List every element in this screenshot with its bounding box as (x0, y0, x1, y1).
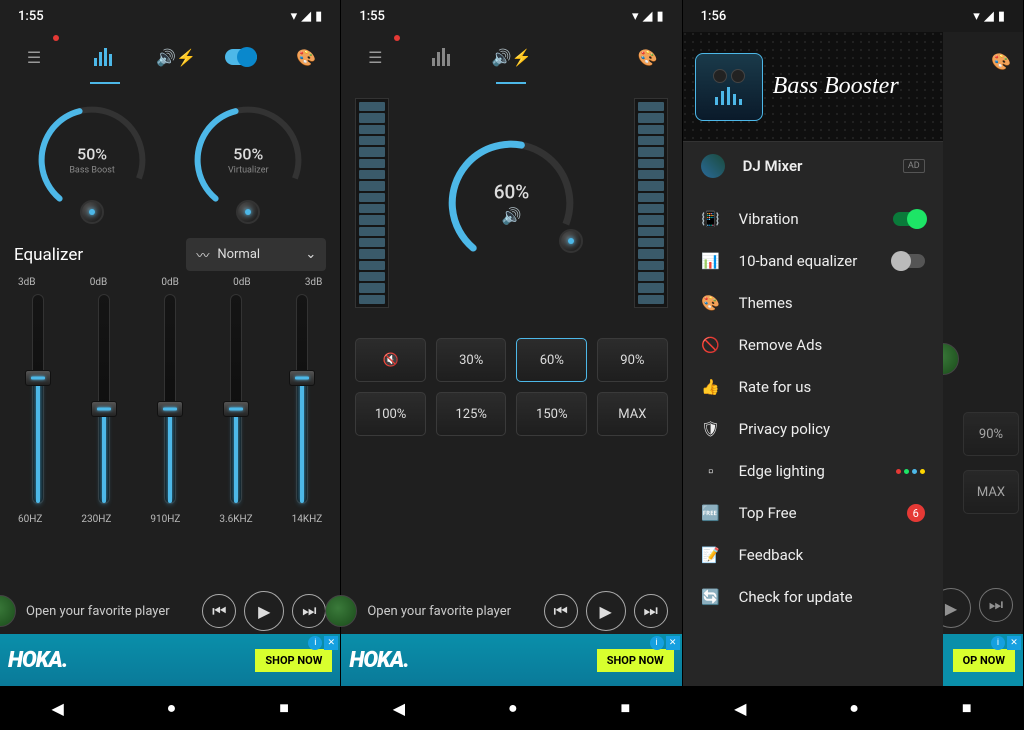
recent-icon[interactable]: ■ (279, 698, 289, 718)
clock: 1:55 (359, 9, 385, 24)
theme-icon[interactable]: 🎨 (284, 35, 328, 79)
hz-labels: 60HZ230HZ910HZ3.6KHZ14KHZ (14, 514, 326, 525)
vol-btn-125%[interactable]: 125% (436, 392, 507, 436)
player-bar: Open your favorite player ⏮ ▶ ⏭ (341, 588, 681, 634)
drawer-item[interactable]: 👍Rate for us (683, 366, 943, 408)
vol-btn-100%[interactable]: 100% (355, 392, 426, 436)
vu-meter-left (355, 98, 389, 308)
drawer-item[interactable]: 📳Vibration (683, 198, 943, 240)
clock: 1:56 (701, 9, 727, 24)
eq-content: 50%Bass Boost 50%Virtualizer Equalizer 〰… (0, 82, 340, 588)
dj-mixer-icon (701, 154, 725, 178)
player-bar: Open your favorite player ⏮ ▶ ⏭ (0, 588, 340, 634)
next-button[interactable]: ⏭ (292, 594, 326, 628)
drawer-scrim[interactable]: 🎨 90%MAX ▶ ⏭ OP NOW i ✕ (943, 32, 1023, 686)
theme-icon[interactable]: 🎨 (626, 35, 670, 79)
tab-volume[interactable]: 🔊⚡ (154, 35, 198, 79)
drawer-item[interactable]: 🛡Privacy policy (683, 408, 943, 450)
vol-btn-30%[interactable]: 30% (436, 338, 507, 382)
navbar: ◀ ● ■ (0, 686, 340, 730)
chevron-down-icon: ⌄ (305, 247, 316, 262)
home-icon[interactable]: ● (167, 698, 177, 718)
status-icons: ▾ ◢ ▮ (291, 9, 323, 24)
tab-bar: ☰ 🔊⚡ 🎨 (341, 32, 681, 82)
tab-equalizer[interactable] (83, 35, 127, 79)
virtualizer-dial[interactable]: 50%Virtualizer (188, 100, 308, 220)
ad-banner[interactable]: HOKA. SHOP NOW i ✕ (0, 634, 340, 686)
signal-icon: ◢ (301, 9, 311, 24)
drawer-item[interactable]: 🔄Check for update (683, 576, 943, 618)
drawer-item[interactable]: 🆓Top Free6 (683, 492, 943, 534)
fab-button[interactable] (325, 595, 357, 627)
tab-bar: ☰ 🔊⚡ 🎨 (0, 32, 340, 82)
wave-icon: 〰 (196, 245, 209, 264)
drawer-item[interactable]: 📝Feedback (683, 534, 943, 576)
drawer-header: Bass Booster (683, 32, 943, 142)
ad-banner[interactable]: HOKA. SHOP NOW i ✕ (341, 634, 681, 686)
vol-btn-60%[interactable]: 60% (516, 338, 587, 382)
prev-button[interactable]: ⏮ (544, 594, 578, 628)
wifi-icon: ▾ (291, 9, 298, 24)
back-icon[interactable]: ◀ (51, 699, 63, 718)
vol-btn-MAX[interactable]: MAX (597, 392, 668, 436)
play-button[interactable]: ▶ (244, 591, 284, 631)
fab-button[interactable] (0, 595, 16, 627)
drawer-item[interactable]: ▫Edge lighting (683, 450, 943, 492)
nav-drawer: Bass Booster DJ Mixer AD 📳Vibration📊10-b… (683, 32, 943, 686)
menu-icon[interactable]: ☰ (12, 35, 56, 79)
screen-drawer: 1:56 ▾◢▮ Bass Booster DJ Mixer AD 📳Vibra… (683, 0, 1024, 730)
screen-equalizer: 1:55 ▾ ◢ ▮ ☰ 🔊⚡ 🎨 50%Bass Boost 50%Virtu… (0, 0, 341, 730)
next-button[interactable]: ⏭ (979, 588, 1013, 622)
vu-meter-right (634, 98, 668, 308)
screen-volume: 1:55 ▾◢▮ ☰ 🔊⚡ 🎨 60%🔊 🔇 30%60%90% 100%125%… (341, 0, 682, 730)
eq-slider-3[interactable] (216, 294, 256, 504)
app-title: Bass Booster (773, 73, 899, 100)
status-bar: 1:56 ▾◢▮ (683, 0, 1023, 32)
tab-equalizer[interactable] (421, 35, 465, 79)
eq-slider-0[interactable] (18, 294, 58, 504)
play-button[interactable]: ▶ (586, 591, 626, 631)
toggle[interactable] (893, 254, 925, 268)
vol-btn-150%[interactable]: 150% (516, 392, 587, 436)
next-button[interactable]: ⏭ (634, 594, 668, 628)
volume-dial[interactable]: 60%🔊 (441, 133, 581, 273)
app-icon (695, 53, 763, 121)
battery-icon: ▮ (315, 9, 322, 24)
menu-icon[interactable]: ☰ (353, 35, 397, 79)
status-bar: 1:55 ▾◢▮ (341, 0, 681, 32)
eq-slider-2[interactable] (150, 294, 190, 504)
prev-button[interactable]: ⏮ (202, 594, 236, 628)
eq-slider-1[interactable] (84, 294, 124, 504)
drawer-featured[interactable]: DJ Mixer AD (683, 142, 943, 190)
tab-volume[interactable]: 🔊⚡ (489, 35, 533, 79)
equalizer-title: Equalizer (14, 245, 83, 265)
toggle[interactable] (893, 212, 925, 226)
drawer-list: 📳Vibration📊10-band equalizer🎨Themes🚫Remo… (683, 190, 943, 686)
eq-sliders (14, 294, 326, 504)
volume-presets: 🔇 30%60%90% 100%125%150%MAX (355, 338, 667, 436)
mute-button[interactable]: 🔇 (355, 338, 426, 382)
drawer-item[interactable]: 🎨Themes (683, 282, 943, 324)
vol-content: 60%🔊 🔇 30%60%90% 100%125%150%MAX (341, 82, 681, 588)
drawer-item[interactable]: 📊10-band equalizer (683, 240, 943, 282)
eq-slider-4[interactable] (282, 294, 322, 504)
theme-icon[interactable]: 🎨 (991, 52, 1011, 71)
speaker-icon: 🔊 (494, 207, 530, 226)
clock: 1:55 (18, 9, 44, 24)
db-labels: 3dB0dB0dB0dB3dB (14, 277, 326, 288)
vol-btn-90%[interactable]: 90% (597, 338, 668, 382)
ad-close-icon[interactable]: ✕ (324, 636, 338, 650)
drawer-item[interactable]: 🚫Remove Ads (683, 324, 943, 366)
status-bar: 1:55 ▾ ◢ ▮ (0, 0, 340, 32)
bass-boost-dial[interactable]: 50%Bass Boost (32, 100, 152, 220)
player-hint[interactable]: Open your favorite player (26, 604, 194, 619)
master-toggle[interactable] (225, 49, 257, 65)
